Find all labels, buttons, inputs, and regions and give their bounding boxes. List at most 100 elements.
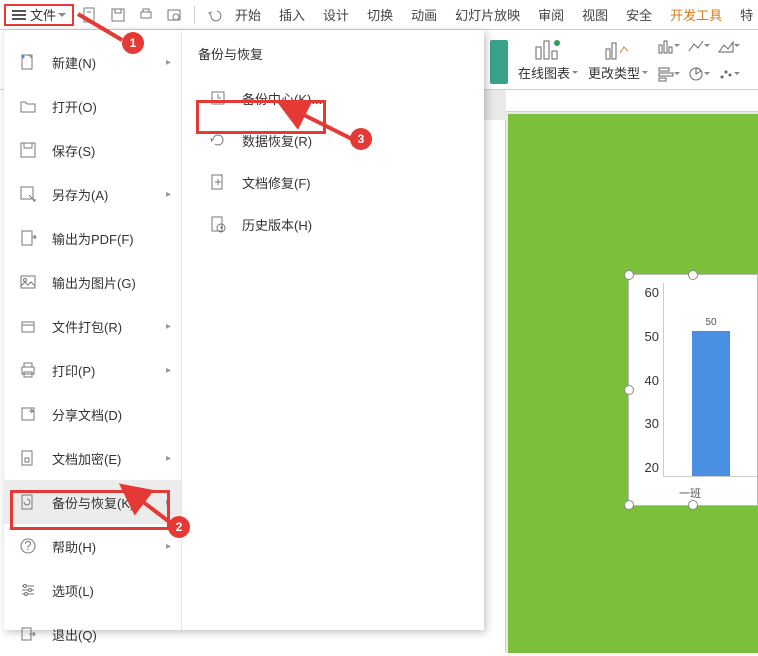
options-icon: [18, 580, 38, 600]
ruler-horizontal: [506, 90, 758, 112]
save-icon[interactable]: [108, 5, 128, 25]
share-icon: [18, 404, 38, 424]
menu-backup-restore[interactable]: 备份与恢复(K) ▸: [4, 480, 181, 524]
menu-open[interactable]: 打开(O): [4, 84, 181, 128]
menu-save[interactable]: 保存(S): [4, 128, 181, 172]
ribbon-online-chart-label: 在线图表: [518, 63, 570, 82]
chevron-down-icon: [572, 71, 578, 74]
menu-help[interactable]: ? 帮助(H) ▸: [4, 524, 181, 568]
resize-handle[interactable]: [624, 385, 634, 395]
chart-object[interactable]: 60 50 40 30 20 50 一班: [628, 274, 758, 506]
chevron-down-icon: [58, 13, 66, 17]
menu-label: 备份与恢复(K): [52, 493, 134, 512]
submenu-arrow-icon: ▸: [166, 189, 171, 200]
menu-saveas[interactable]: 另存为(A) ▸: [4, 172, 181, 216]
tab-review[interactable]: 审阅: [538, 5, 564, 24]
menu-label: 文档加密(E): [52, 449, 121, 468]
package-icon: [18, 316, 38, 336]
online-chart-icon: [534, 37, 562, 61]
submenu-arrow-icon: ▸: [166, 497, 171, 508]
area-chart-icon[interactable]: [718, 35, 740, 57]
menu-label: 帮助(H): [52, 537, 96, 556]
bar-value-label: 50: [692, 317, 730, 328]
tab-animation[interactable]: 动画: [411, 5, 437, 24]
tab-insert[interactable]: 插入: [279, 5, 305, 24]
tab-view[interactable]: 视图: [582, 5, 608, 24]
chart-color-swatch: [490, 40, 508, 84]
submenu-doc-repair[interactable]: 文档修复(F): [198, 161, 468, 203]
y-tick: 60: [645, 285, 659, 300]
menu-print[interactable]: 打印(P) ▸: [4, 348, 181, 392]
pie-chart-icon[interactable]: [688, 63, 710, 85]
menu-exit[interactable]: 退出(Q): [4, 612, 181, 656]
backup-icon: [18, 492, 38, 512]
line-chart-icon[interactable]: [688, 35, 710, 57]
menu-label: 退出(Q): [52, 625, 97, 644]
repair-icon: [208, 172, 228, 192]
ribbon-change-type[interactable]: 更改类型: [588, 37, 648, 82]
hamburger-icon: [12, 10, 26, 20]
print-icon[interactable]: [136, 5, 156, 25]
menu-options[interactable]: 选项(L): [4, 568, 181, 612]
ribbon-online-chart[interactable]: 在线图表: [518, 37, 578, 82]
menu-label: 文件打包(R): [52, 317, 122, 336]
recovery-icon: [208, 130, 228, 150]
ribbon-minis-col1: [658, 35, 740, 85]
resize-handle[interactable]: [688, 270, 698, 280]
tab-extra[interactable]: 特: [740, 5, 753, 24]
preview-icon[interactable]: [164, 5, 184, 25]
tab-security[interactable]: 安全: [626, 5, 652, 24]
undo-icon[interactable]: [205, 5, 225, 25]
resize-handle[interactable]: [624, 500, 634, 510]
resize-handle[interactable]: [688, 500, 698, 510]
submenu-data-recovery[interactable]: 数据恢复(R): [198, 119, 468, 161]
folder-icon: [18, 96, 38, 116]
menu-share[interactable]: 分享文档(D): [4, 392, 181, 436]
hbar-chart-icon[interactable]: [658, 63, 680, 85]
menu-label: 打印(P): [52, 361, 95, 380]
resize-handle[interactable]: [624, 270, 634, 280]
menu-new[interactable]: 新建(N)▸: [4, 40, 181, 84]
submenu-arrow-icon: ▸: [166, 57, 171, 68]
submenu-label: 文档修复(F): [242, 173, 311, 192]
toolbar-separator: [194, 6, 195, 24]
tab-transition[interactable]: 切换: [367, 5, 393, 24]
menu-export-image[interactable]: 输出为图片(G): [4, 260, 181, 304]
chevron-down-icon: [642, 71, 648, 74]
menu-package[interactable]: 文件打包(R)▸: [4, 304, 181, 348]
ribbon-tabs: 开始 插入 设计 切换 动画 幻灯片放映 审阅 视图 安全 开发工具 特: [235, 5, 753, 24]
submenu-history[interactable]: 历史版本(H): [198, 203, 468, 245]
slide-area: 60 50 40 30 20 50 一班: [484, 90, 758, 653]
scatter-chart-icon[interactable]: [718, 63, 740, 85]
submenu-title: 备份与恢复: [198, 44, 468, 63]
change-type-icon: [604, 37, 632, 61]
slide-canvas[interactable]: 60 50 40 30 20 50 一班: [508, 114, 758, 653]
tab-slideshow[interactable]: 幻灯片放映: [455, 5, 520, 24]
menu-label: 分享文档(D): [52, 405, 122, 424]
backup-center-icon: [208, 88, 228, 108]
submenu-backup-center[interactable]: 备份中心(K)...: [198, 77, 468, 119]
ruler-vertical: [484, 120, 506, 653]
print-icon: [18, 360, 38, 380]
y-tick: 50: [645, 329, 659, 344]
tab-home[interactable]: 开始: [235, 5, 261, 24]
menu-label: 输出为图片(G): [52, 273, 136, 292]
bar-chart-icon[interactable]: [658, 35, 680, 57]
submenu-arrow-icon: ▸: [166, 541, 171, 552]
tab-design[interactable]: 设计: [323, 5, 349, 24]
chart-x-label: 一班: [679, 485, 701, 501]
menu-label: 另存为(A): [52, 185, 108, 204]
svg-text:?: ?: [24, 538, 31, 553]
tab-devtools[interactable]: 开发工具: [670, 5, 722, 24]
menu-export-pdf[interactable]: 输出为PDF(F): [4, 216, 181, 260]
pdf-icon: [18, 228, 38, 248]
submenu-label: 备份中心(K)...: [242, 89, 322, 108]
submenu-arrow-icon: ▸: [166, 365, 171, 376]
y-tick: 30: [645, 416, 659, 431]
new-doc-icon[interactable]: [80, 5, 100, 25]
save-icon: [18, 140, 38, 160]
menu-label: 输出为PDF(F): [52, 229, 134, 248]
file-menu-button[interactable]: 文件: [4, 4, 74, 26]
menu-encrypt[interactable]: 文档加密(E)▸: [4, 436, 181, 480]
file-menu-right-column: 备份与恢复 备份中心(K)... 数据恢复(R) 文档修复(F) 历史版本(H): [182, 30, 484, 630]
